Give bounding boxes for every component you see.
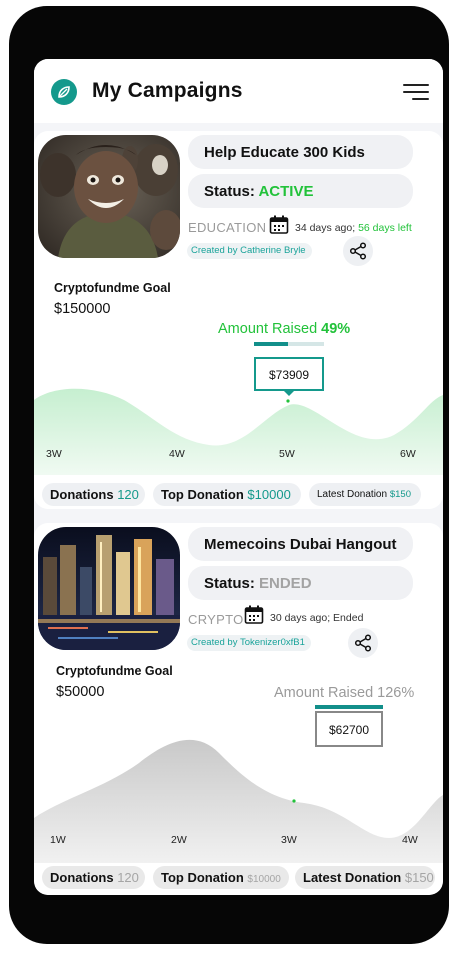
- week-label: 1W: [50, 834, 66, 846]
- goal-value: $150000: [54, 301, 111, 317]
- week-label: 6W: [400, 448, 416, 460]
- chart-point: [292, 799, 296, 803]
- campaign-photo-kids[interactable]: [38, 135, 180, 258]
- share-icon[interactable]: [343, 236, 373, 266]
- campaign-card[interactable]: Memecoins Dubai Hangout Status: ENDED CR…: [34, 523, 443, 895]
- donations-count-badge[interactable]: Donations 120: [42, 866, 145, 889]
- campaign-creator[interactable]: Created by Catherine Bryle: [187, 243, 312, 259]
- phone-frame: My Campaigns Help Educate 300 Kids Statu…: [9, 6, 449, 944]
- campaign-dates: 30 days ago; Ended: [270, 612, 364, 624]
- goal-label: Cryptofundme Goal: [54, 281, 171, 295]
- week-label: 3W: [46, 448, 62, 460]
- days-left: 56 days left: [358, 222, 412, 234]
- page-title: My Campaigns: [92, 79, 243, 102]
- tooltip-pointer: [283, 390, 295, 396]
- campaign-name[interactable]: Memecoins Dubai Hangout: [188, 527, 413, 561]
- status-label: Status:: [204, 575, 255, 592]
- top-donation-badge[interactable]: Top Donation $10000: [153, 483, 301, 506]
- raised-tooltip: $62700: [315, 711, 383, 747]
- amount-raised: Amount Raised 126%: [274, 685, 415, 701]
- campaign-creator[interactable]: Created by Tokenizer0xfB1: [187, 635, 311, 651]
- top-donation-badge[interactable]: Top Donation $10000: [153, 866, 289, 889]
- app-header: My Campaigns: [34, 59, 443, 123]
- leaf-icon[interactable]: [51, 79, 77, 105]
- chart-area: [34, 739, 443, 863]
- campaign-category: EDUCATION: [188, 220, 267, 235]
- campaign-photo-dubai[interactable]: [38, 527, 180, 650]
- donations-count-badge[interactable]: Donations 120: [42, 483, 145, 506]
- week-label: 3W: [281, 834, 297, 846]
- week-label: 2W: [171, 834, 187, 846]
- chart-area: [34, 388, 443, 475]
- campaign-status: Status: ENDED: [188, 566, 413, 600]
- latest-donation-badge[interactable]: Latest Donation $150: [309, 483, 421, 506]
- donations-area-chart: [34, 388, 443, 475]
- status-value: ACTIVE: [258, 183, 314, 200]
- campaign-card[interactable]: Help Educate 300 Kids Status: ACTIVE EDU…: [34, 131, 443, 509]
- status-label: Status:: [204, 183, 255, 200]
- latest-donation-badge[interactable]: Latest Donation $150: [295, 866, 435, 889]
- goal-label: Cryptofundme Goal: [56, 664, 173, 678]
- campaign-dates: 34 days ago; 56 days left: [295, 222, 412, 234]
- campaign-category: CRYPTO: [188, 612, 244, 627]
- calendar-icon: [269, 215, 289, 234]
- app-screen: My Campaigns Help Educate 300 Kids Statu…: [34, 59, 443, 895]
- hamburger-menu-icon[interactable]: [403, 84, 429, 100]
- week-label: 5W: [279, 448, 295, 460]
- calendar-icon: [244, 605, 264, 624]
- status-value: ENDED: [259, 575, 312, 592]
- campaign-status: Status: ACTIVE: [188, 174, 413, 208]
- campaign-name[interactable]: Help Educate 300 Kids: [188, 135, 413, 169]
- share-icon[interactable]: [348, 628, 378, 658]
- week-label: 4W: [169, 448, 185, 460]
- raised-tooltip: $73909: [254, 357, 324, 391]
- goal-value: $50000: [56, 684, 105, 700]
- week-label: 4W: [402, 834, 418, 846]
- chart-point: [286, 399, 290, 403]
